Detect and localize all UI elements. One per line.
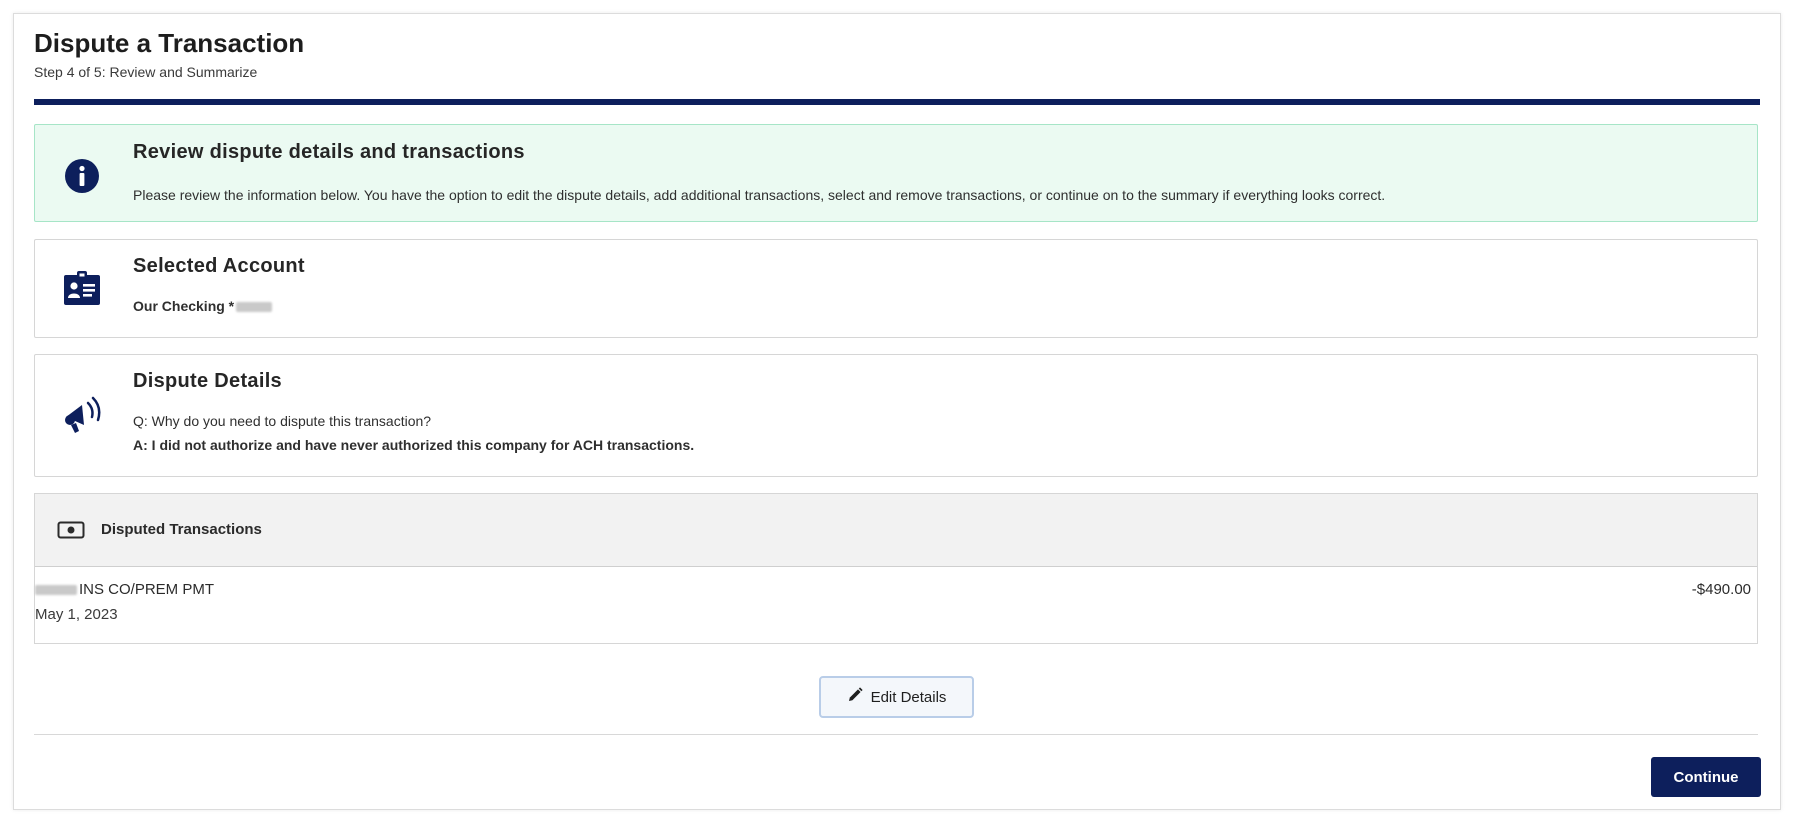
- dispute-details-heading: Dispute Details: [133, 370, 282, 392]
- id-card-icon: [61, 267, 103, 309]
- disputed-transactions-heading: Disputed Transactions: [101, 521, 262, 538]
- pencil-icon: [847, 687, 863, 707]
- selected-account-heading: Selected Account: [133, 255, 305, 277]
- cash-icon: [57, 521, 85, 544]
- progress-bar: [34, 99, 1760, 105]
- info-text: Please review the information below. You…: [133, 187, 1386, 203]
- dispute-answer: A: I did not authorize and have never au…: [133, 437, 695, 453]
- transaction-description: INS CO/PREM PMT: [35, 581, 214, 598]
- step-indicator: Step 4 of 5: Review and Summarize: [34, 64, 258, 80]
- account-name-text: Our Checking *: [133, 298, 235, 314]
- transaction-date: May 1, 2023: [35, 606, 118, 623]
- megaphone-icon: [61, 394, 103, 436]
- transaction-description-text: INS CO/PREM PMT: [79, 581, 215, 598]
- redacted-merchant: [35, 585, 77, 596]
- transaction-row: INS CO/PREM PMT May 1, 2023 -$490.00: [35, 567, 1757, 643]
- page-title: Dispute a Transaction: [34, 28, 305, 58]
- edit-details-label: Edit Details: [870, 688, 947, 706]
- info-alert: Review dispute details and transactions …: [34, 124, 1758, 222]
- dispute-question: Q: Why do you need to dispute this trans…: [133, 413, 432, 429]
- account-name: Our Checking *: [133, 298, 273, 314]
- redacted-account-number: [236, 302, 273, 313]
- dispute-details-panel: Dispute Details Q: Why do you need to di…: [34, 354, 1758, 477]
- transaction-amount: -$490.00: [1691, 581, 1751, 598]
- dispute-card: Dispute a Transaction Step 4 of 5: Revie…: [13, 13, 1781, 810]
- selected-account-panel: Selected Account Our Checking *: [34, 239, 1758, 338]
- info-heading: Review dispute details and transactions: [133, 141, 525, 163]
- disputed-transactions-header: Disputed Transactions: [35, 494, 1757, 567]
- disputed-transactions-section: Disputed Transactions INS CO/PREM PMT Ma…: [34, 493, 1758, 644]
- info-circle-icon: [61, 155, 103, 197]
- edit-details-button[interactable]: Edit Details: [819, 676, 974, 718]
- continue-button[interactable]: Continue: [1651, 757, 1761, 797]
- divider: [34, 734, 1758, 735]
